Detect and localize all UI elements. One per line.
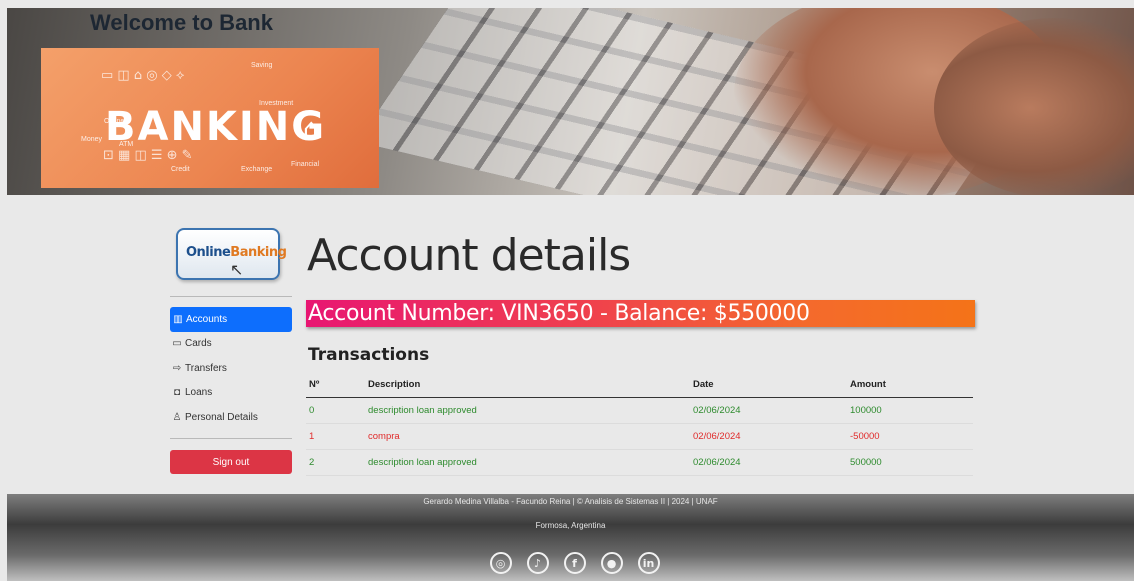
- sidebar-item-label: Transfers: [185, 362, 227, 374]
- welcome-title: Welcome to Bank: [90, 10, 273, 35]
- banking-banner: ▭ ◫ ⌂ ◎ ◇ ⟡ Online Saving Investment Mon…: [41, 48, 379, 188]
- sidebar-item-loans[interactable]: ◘ Loans: [170, 381, 292, 406]
- github-icon[interactable]: ●: [600, 552, 623, 574]
- cell-date: 02/06/2024: [693, 397, 850, 424]
- column-header-description: Description: [368, 373, 693, 398]
- twitter-icon[interactable]: ♪: [526, 552, 549, 574]
- column-header-number: Nº: [306, 373, 368, 398]
- page-title: Account details: [307, 230, 631, 281]
- sidebar-nav: ▥ Accounts ▭ Cards ⇨ Transfers ◘ Loans ♙…: [170, 307, 292, 430]
- online-banking-logo[interactable]: OnlineBanking ↖: [176, 228, 287, 280]
- credit-card-icon: ▭: [172, 338, 182, 350]
- account-summary-bar: Account Number: VIN3650 - Balance: $5500…: [306, 300, 975, 327]
- sidebar-item-personal-details[interactable]: ♙ Personal Details: [170, 405, 292, 430]
- bank-building-icon: ⌂: [303, 114, 320, 144]
- table-row: 1 compra 02/06/2024 -50000: [306, 423, 973, 450]
- sidebar-item-label: Accounts: [186, 313, 228, 325]
- facebook-icon[interactable]: f: [563, 552, 586, 574]
- transfer-icon: ⇨: [172, 362, 182, 374]
- footer: Gerardo Medina Villalba - Facundo Reina …: [7, 494, 1134, 581]
- sidebar-item-transfers[interactable]: ⇨ Transfers: [170, 356, 292, 381]
- footer-location: Formosa, Argentina: [535, 521, 606, 530]
- cell-amount: 500000: [850, 449, 973, 476]
- sidebar-divider: [170, 438, 292, 439]
- column-header-amount: Amount: [850, 373, 973, 398]
- person-icon: ♙: [172, 411, 182, 423]
- sign-out-button[interactable]: Sign out: [170, 450, 292, 474]
- banner-tag: Exchange: [241, 166, 273, 173]
- sidebar-item-cards[interactable]: ▭ Cards: [170, 332, 292, 357]
- bank-icon: ▥: [173, 313, 183, 325]
- table-row: 2 description loan approved 02/06/2024 5…: [306, 449, 973, 476]
- cursor-icon: ↖: [230, 262, 244, 279]
- transactions-table: Nº Description Date Amount 0 description…: [306, 373, 973, 476]
- finance-icons: ⊡ ▦ ◫ ☰ ⊕ ✎: [103, 148, 193, 163]
- banking-word: BANKING: [105, 104, 327, 150]
- table-row: 0 description loan approved 02/06/2024 1…: [306, 397, 973, 424]
- sidebar-divider: [170, 296, 292, 297]
- sidebar-item-label: Cards: [185, 338, 212, 350]
- sidebar-item-accounts[interactable]: ▥ Accounts: [170, 307, 292, 332]
- instagram-icon[interactable]: ◎: [489, 552, 512, 574]
- linkedin-icon[interactable]: in: [637, 552, 660, 574]
- banner-tag: Money: [81, 136, 103, 143]
- sidebar-item-label: Loans: [185, 387, 213, 399]
- cell-date: 02/06/2024: [693, 423, 850, 450]
- cell-description: description loan approved: [368, 397, 693, 424]
- cell-number: 2: [306, 449, 368, 476]
- banner-tag: Financial: [291, 161, 320, 168]
- cell-date: 02/06/2024: [693, 449, 850, 476]
- cell-amount: 100000: [850, 397, 973, 424]
- table-header-row: Nº Description Date Amount: [306, 373, 973, 398]
- banner-tag: Credit: [171, 166, 190, 173]
- cell-description: description loan approved: [368, 449, 693, 476]
- cell-amount: -50000: [850, 423, 973, 450]
- column-header-date: Date: [693, 373, 850, 398]
- cell-description: compra: [368, 423, 693, 450]
- social-links: ◎ ♪ f ● in: [7, 552, 1134, 574]
- cash-icon: ◘: [173, 387, 181, 399]
- logo-text: OnlineBanking: [186, 245, 287, 260]
- cell-number: 1: [306, 423, 368, 450]
- transactions-title: Transactions: [308, 345, 430, 365]
- banknote-icon: ▭ ◫ ⌂ ◎ ◇ ⟡: [101, 68, 185, 83]
- footer-credits: Gerardo Medina Villalba - Facundo Reina …: [423, 497, 718, 506]
- sidebar-item-label: Personal Details: [185, 411, 258, 423]
- banner-tag: Saving: [251, 62, 273, 69]
- cell-number: 0: [306, 397, 368, 424]
